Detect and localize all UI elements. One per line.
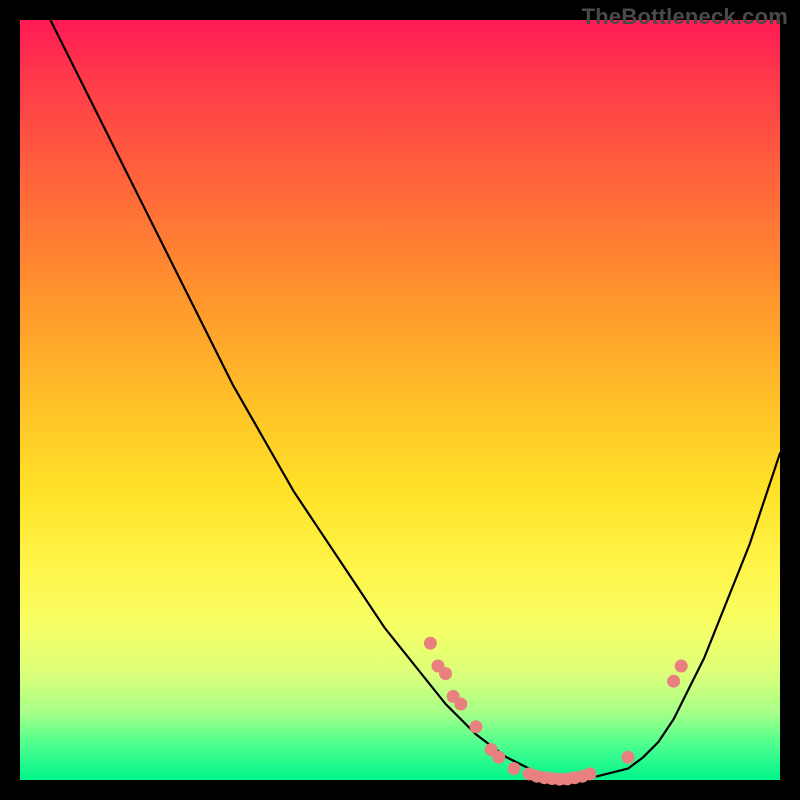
data-point — [454, 698, 467, 711]
data-point — [508, 762, 521, 775]
data-point — [622, 751, 635, 764]
data-points — [424, 637, 688, 786]
curve-plot — [20, 20, 780, 780]
watermark-text: TheBottleneck.com — [582, 4, 788, 30]
chart-area — [20, 20, 780, 780]
data-point — [584, 767, 597, 780]
data-point — [470, 720, 483, 733]
data-point — [424, 637, 437, 650]
bottleneck-curve — [50, 20, 780, 780]
data-point — [439, 667, 452, 680]
data-point — [667, 675, 680, 688]
data-point — [675, 660, 688, 673]
data-point — [492, 751, 505, 764]
